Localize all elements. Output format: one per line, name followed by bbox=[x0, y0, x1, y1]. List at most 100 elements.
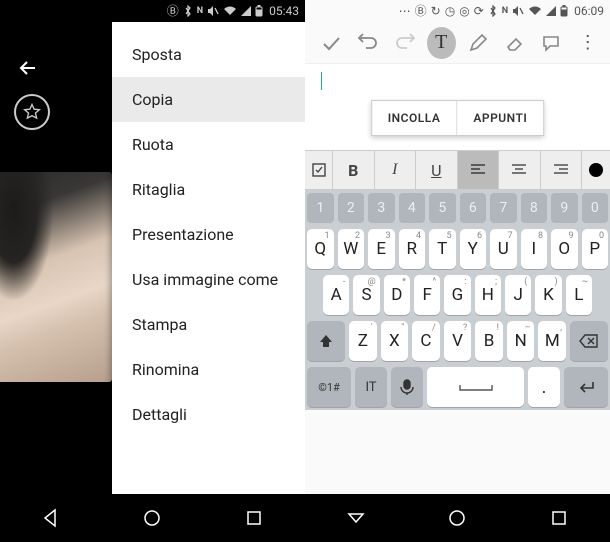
numkey-2[interactable]: 2 bbox=[338, 193, 365, 223]
undo-button[interactable] bbox=[354, 27, 383, 59]
key-X[interactable]: X" bbox=[381, 321, 409, 361]
wifi-icon bbox=[528, 6, 542, 16]
comment-tool[interactable] bbox=[537, 27, 566, 59]
space-key[interactable] bbox=[427, 367, 524, 407]
numkey-6[interactable]: 6 bbox=[460, 193, 487, 223]
more-menu[interactable]: ⋮ bbox=[573, 27, 602, 59]
key-B[interactable]: B! bbox=[475, 321, 503, 361]
numkey-3[interactable]: 3 bbox=[368, 193, 395, 223]
period-key[interactable]: . bbox=[528, 367, 560, 407]
eraser-tool[interactable] bbox=[500, 27, 529, 59]
numkey-4[interactable]: 4 bbox=[399, 193, 426, 223]
menu-item-stampa[interactable]: Stampa bbox=[112, 302, 305, 347]
key-F[interactable]: F^ bbox=[414, 275, 440, 315]
key-U[interactable]: U7 bbox=[490, 229, 517, 269]
key-D[interactable]: D* bbox=[384, 275, 410, 315]
menu-item-ritaglia[interactable]: Ritaglia bbox=[112, 167, 305, 212]
nfc-icon: N bbox=[197, 7, 203, 16]
checkbox-toggle[interactable] bbox=[305, 151, 333, 189]
text-tool[interactable]: T bbox=[427, 27, 456, 59]
key-Q[interactable]: Q1 bbox=[307, 229, 334, 269]
nav-home[interactable] bbox=[437, 498, 477, 538]
confirm-button[interactable] bbox=[317, 27, 346, 59]
back-button[interactable] bbox=[12, 52, 44, 84]
key-M[interactable]: M, bbox=[538, 321, 566, 361]
key-E[interactable]: E3 bbox=[368, 229, 395, 269]
align-center-button[interactable] bbox=[499, 151, 541, 189]
nav-home[interactable] bbox=[132, 498, 172, 538]
key-H[interactable]: H; bbox=[475, 275, 501, 315]
key-I[interactable]: I8 bbox=[521, 229, 548, 269]
clock-icon: ◷ bbox=[445, 5, 455, 17]
nav-back[interactable] bbox=[31, 498, 71, 538]
redo-button[interactable] bbox=[390, 27, 419, 59]
numkey-8[interactable]: 8 bbox=[521, 193, 548, 223]
key-T[interactable]: T5 bbox=[429, 229, 456, 269]
underline-button[interactable]: U bbox=[416, 151, 458, 189]
battery-icon bbox=[255, 5, 263, 17]
pen-tool[interactable] bbox=[464, 27, 493, 59]
key-A[interactable]: A- bbox=[323, 275, 349, 315]
menu-item-sposta[interactable]: Sposta bbox=[112, 32, 305, 77]
key-N[interactable]: N– bbox=[507, 321, 535, 361]
menu-item-usa-immagine[interactable]: Usa immagine come bbox=[112, 257, 305, 302]
dots-icon: ⋯ bbox=[399, 5, 411, 17]
nav-recent[interactable] bbox=[539, 498, 579, 538]
key-W[interactable]: W2 bbox=[338, 229, 365, 269]
battery-icon bbox=[560, 5, 568, 17]
status-time-left: 05:43 bbox=[269, 4, 299, 18]
key-P[interactable]: P0 bbox=[582, 229, 609, 269]
enter-key[interactable] bbox=[564, 367, 608, 407]
shift-key[interactable] bbox=[307, 321, 345, 361]
menu-item-ruota[interactable]: Ruota bbox=[112, 122, 305, 167]
key-J[interactable]: J( bbox=[505, 275, 531, 315]
align-right-button[interactable] bbox=[541, 151, 583, 189]
key-Y[interactable]: Y6 bbox=[460, 229, 487, 269]
italic-button[interactable]: I bbox=[375, 151, 417, 189]
numkey-7[interactable]: 7 bbox=[490, 193, 517, 223]
key-C[interactable]: C/ bbox=[412, 321, 440, 361]
key-O[interactable]: O9 bbox=[551, 229, 578, 269]
voice-key[interactable] bbox=[391, 367, 423, 407]
nav-recent[interactable] bbox=[234, 498, 274, 538]
symbols-key[interactable]: ©1# bbox=[307, 367, 351, 407]
menu-item-copia[interactable]: Copia bbox=[112, 77, 305, 122]
key-G[interactable]: G: bbox=[444, 275, 470, 315]
numkey-1[interactable]: 1 bbox=[307, 193, 334, 223]
clipboard-button[interactable]: APPUNTI bbox=[456, 101, 543, 135]
bluetooth-icon bbox=[488, 5, 498, 17]
backspace-key[interactable] bbox=[570, 321, 608, 361]
nav-bar-right bbox=[305, 494, 610, 542]
bold-button[interactable]: B bbox=[333, 151, 375, 189]
key-R[interactable]: R4 bbox=[399, 229, 426, 269]
favorite-button[interactable] bbox=[14, 94, 50, 130]
numkey-0[interactable]: 0 bbox=[582, 193, 609, 223]
wifi-icon bbox=[223, 6, 237, 16]
color-picker[interactable] bbox=[582, 151, 610, 189]
right-phone: ⋯ Ⓑ ↻ ◷ ◎ ⟳ N 06:09 T bbox=[305, 0, 610, 542]
nav-back-ime[interactable] bbox=[336, 498, 376, 538]
key-S[interactable]: S@ bbox=[353, 275, 379, 315]
lang-key[interactable]: IT bbox=[355, 367, 387, 407]
paste-button[interactable]: INCOLLA bbox=[372, 101, 457, 135]
key-K[interactable]: K) bbox=[535, 275, 561, 315]
format-bar: B I U bbox=[305, 150, 610, 190]
status-bar-right: ⋯ Ⓑ ↻ ◷ ◎ ⟳ N 06:09 bbox=[305, 0, 610, 22]
menu-item-dettagli[interactable]: Dettagli bbox=[112, 392, 305, 437]
paste-popup: INCOLLA APPUNTI bbox=[371, 100, 545, 136]
key-V[interactable]: V? bbox=[444, 321, 472, 361]
signal-icon bbox=[241, 6, 251, 16]
mute-icon bbox=[512, 5, 524, 17]
numkey-5[interactable]: 5 bbox=[429, 193, 456, 223]
key-L[interactable]: L~ bbox=[566, 275, 592, 315]
editor-toolbar: T ⋮ bbox=[305, 22, 610, 64]
menu-item-rinomina[interactable]: Rinomina bbox=[112, 347, 305, 392]
numkey-9[interactable]: 9 bbox=[551, 193, 578, 223]
key-Z[interactable]: Z' bbox=[349, 321, 377, 361]
text-canvas[interactable]: INCOLLA APPUNTI bbox=[305, 64, 610, 150]
mute-icon bbox=[207, 5, 219, 17]
align-left-button[interactable] bbox=[458, 151, 500, 189]
keyboard: 1234567890 Q1W2E3R4T5Y6U7I8O9P0 A-S@D*F^… bbox=[305, 190, 610, 410]
bold-b-icon: Ⓑ bbox=[415, 5, 427, 17]
menu-item-presentazione[interactable]: Presentazione bbox=[112, 212, 305, 257]
